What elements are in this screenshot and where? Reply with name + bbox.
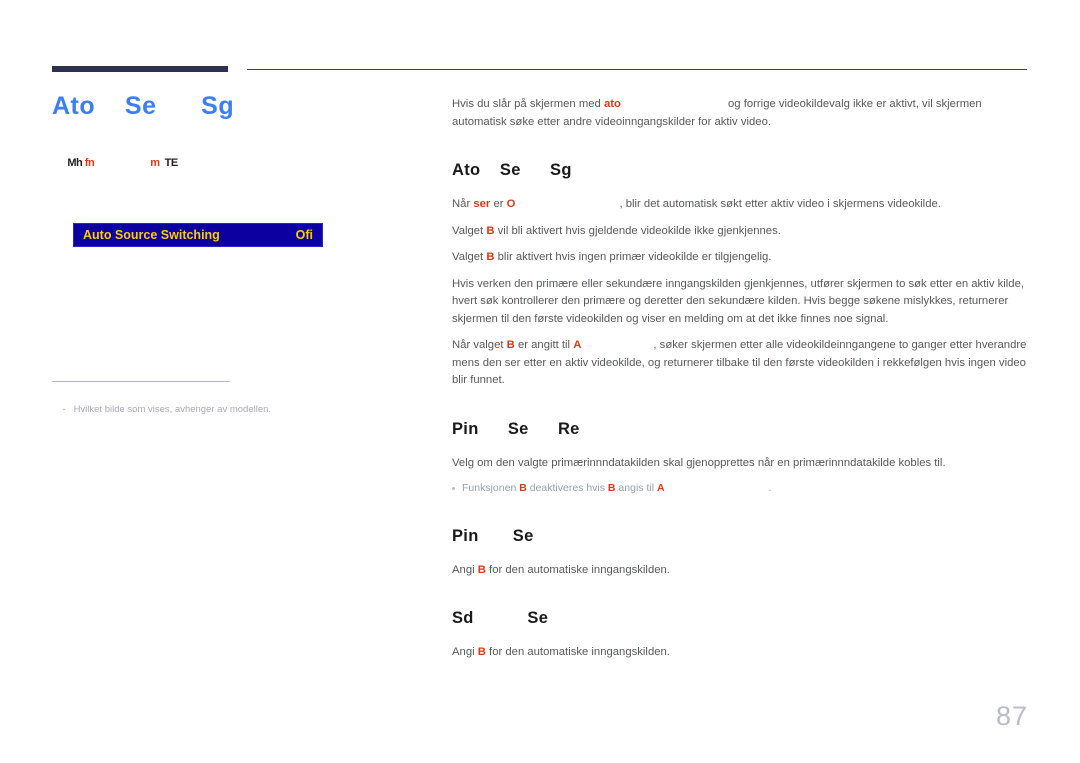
osd-menu-label: Auto Source Switching (83, 227, 220, 242)
s1p1-part-2: , blir det automatisk søkt etter aktiv v… (619, 198, 941, 210)
section1-paragraph-1: Når ser er O , blir det automatisk søkt e… (452, 196, 1027, 214)
header-rule-thick (52, 66, 228, 72)
s4p1-keyword-1: B (477, 646, 486, 659)
s2b1-part-2: . (768, 482, 772, 494)
s1p5-part-1: Når valget (452, 339, 507, 351)
osd-menu-value: Ofi (295, 227, 313, 242)
document-page: Ato Se Sg Mh fn m TE Auto Source Switchin… (0, 0, 1080, 763)
breadcrumb-menu-label: Mh (67, 156, 83, 169)
left-column: Ato Se Sg Mh fn m TE (52, 92, 412, 180)
section-heading-primary-source: Pin Se (452, 526, 534, 545)
bullet-dot-icon (452, 487, 455, 490)
section4-paragraph-1: Angi B for den automatiske inngangskilde… (452, 644, 1027, 662)
s1p1-part-1b: er (490, 198, 507, 210)
intro-part-1: Hvis du slår på skjermen med (452, 98, 604, 110)
s3p1-part-1: Angi (452, 563, 478, 576)
s2b1-keyword-3: A (656, 482, 665, 494)
section-heading-primary-source-recovery: Pin Se Re (452, 419, 580, 438)
s1p5-part-1b: er angitt til (514, 339, 574, 351)
s4p1-part-2: for den automatiske inngangskilden. (485, 646, 670, 659)
intro-keyword-auto: ato (603, 98, 621, 110)
s1p3-part-2: blir aktivert hvis ingen primær videokil… (494, 251, 772, 263)
section1-paragraph-5: Når valget B er angitt til A, søker skje… (452, 337, 1027, 390)
s2b1-keyword-1: B (519, 482, 527, 494)
section-heading-auto-source-switching: Ato Se Sg (452, 161, 572, 179)
s2b1-part-1b: deaktiveres hvis (526, 482, 608, 494)
header-rule-thin (247, 69, 1027, 70)
left-column-title: Ato Se Sg (52, 92, 235, 120)
section1-paragraph-3: Valget B blir aktivert hvis ingen primær… (452, 249, 1027, 267)
s3p1-part-2: for den automatiske inngangskilden. (485, 563, 670, 576)
s4p1-part-1: Angi (452, 646, 478, 659)
section3-paragraph-1: Angi B for den automatiske inngangskilde… (452, 562, 1027, 580)
section1-paragraph-4: Hvis verken den primære eller sekundære … (452, 277, 1025, 325)
s2b1-keyword-2: B (607, 482, 616, 494)
s1p5-keyword-1: B (506, 339, 515, 351)
page-number: 87 (995, 701, 1028, 731)
s1p2-part-1: Valget (452, 224, 487, 237)
breadcrumb: Mh fn m TE (52, 147, 412, 180)
s1p5-keyword-all: A (573, 339, 582, 351)
s1p2-part-2: vil bli aktivert hvis gjeldende videokil… (494, 224, 781, 237)
intro-paragraph: Hvis du slår på skjermen med ato og forr… (452, 96, 1027, 131)
section-heading-secondary-source: Sd Se (452, 609, 549, 628)
breadcrumb-item-3: TE (164, 156, 179, 169)
s1p3-part-1: Valget (452, 251, 487, 263)
footnote-dash: - (62, 404, 66, 416)
right-column: Hvis du slår på skjermen med ato og forr… (452, 96, 1027, 675)
s1p1-keyword-1: ser (473, 198, 491, 210)
section1-paragraph-2: Valget B vil bli aktivert hvis gjeldende… (452, 223, 1027, 241)
s1p1-part-1: Når (452, 198, 474, 210)
section2-paragraph-1: Velg om den valgte primærinnndatakilden … (452, 456, 946, 469)
section2-bullet-1: Funksjonen B deaktiveres hvis B angis ti… (452, 481, 1027, 497)
footnote: - Hvilket bilde som vises, avhenger av mo… (52, 389, 392, 432)
footnote-text: Hvilket bilde som vises, avhenger av mod… (73, 404, 272, 416)
breadcrumb-item-1: fn (84, 156, 95, 169)
s1p1-keyword-on: O (506, 198, 516, 210)
s1p2-keyword-1: B (486, 224, 495, 237)
s2b1-part-1: Funksjonen (462, 482, 520, 494)
footnote-divider (52, 381, 230, 382)
s3p1-keyword-1: B (477, 563, 486, 576)
s2b1-part-1c: angis til (615, 482, 657, 494)
osd-menu-row-auto-source-switching[interactable]: Auto Source Switching Ofi (73, 223, 323, 247)
s1p3-keyword-1: B (486, 251, 495, 263)
